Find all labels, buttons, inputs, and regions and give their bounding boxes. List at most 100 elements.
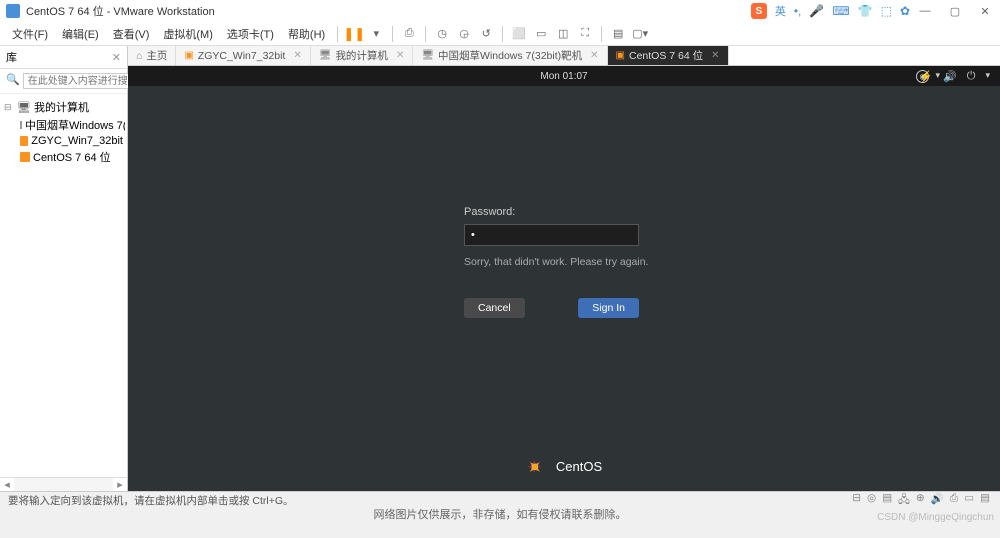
- scroll-track[interactable]: [14, 478, 113, 491]
- network-icon[interactable]: ⚡: [919, 70, 933, 83]
- thumbnail-icon[interactable]: ▢▾: [630, 24, 650, 44]
- guest-display[interactable]: Mon 01:07 ◉ ▾ ⚡ 🔊 ⏻ ▾ Password: Sorry, t…: [128, 66, 1000, 491]
- scroll-left-icon[interactable]: ◂: [0, 478, 14, 491]
- fullscreen-icon[interactable]: ⛶: [575, 24, 595, 44]
- centos-logo: CentOS: [526, 455, 602, 477]
- login-panel: Password: Sorry, that didn't work. Pleas…: [464, 206, 664, 318]
- tab-close-icon[interactable]: ✕: [293, 50, 301, 61]
- title-bar: CentOS 7 64 位 - VMware Workstation S 英 •…: [0, 0, 1000, 22]
- ime-toolbox-icon[interactable]: ⬚: [881, 4, 892, 18]
- usb-icon[interactable]: ⊕: [916, 492, 925, 510]
- menu-vm[interactable]: 虚拟机(M): [157, 24, 219, 44]
- tab-label: 我的计算机: [335, 48, 388, 63]
- login-error: Sorry, that didn't work. Please try agai…: [464, 256, 664, 268]
- tab-mycomputer[interactable]: 🖥我的计算机 ✕: [311, 46, 414, 65]
- tree-root-label: 我的计算机: [34, 99, 89, 115]
- separator: [392, 26, 393, 42]
- separator: [502, 26, 503, 42]
- separator: [601, 26, 602, 42]
- close-button[interactable]: ✕: [970, 0, 1000, 22]
- ime-punct-icon[interactable]: •,: [794, 4, 802, 18]
- tree-item[interactable]: ZGYC_Win7_32bit: [2, 134, 125, 148]
- csdn-watermark: CSDN @MinggeQingchun: [877, 512, 994, 523]
- password-label: Password:: [464, 206, 664, 218]
- sidebar-close-icon[interactable]: ✕: [112, 51, 121, 64]
- menu-bar: 文件(F) 编辑(E) 查看(V) 虚拟机(M) 选项卡(T) 帮助(H) ❚❚…: [0, 22, 1000, 46]
- search-icon: 🔍: [6, 73, 20, 89]
- power-icon[interactable]: ⏻: [967, 70, 976, 83]
- fit-guest-icon[interactable]: ⬜: [509, 24, 529, 44]
- ime-toolbar[interactable]: S 英 •, 🎤 ⌨ 👕 ⬚ ✿: [751, 3, 910, 19]
- network-adapter-icon[interactable]: 🖧: [898, 492, 910, 510]
- menu-file[interactable]: 文件(F): [6, 24, 54, 44]
- snapshot-manager-icon[interactable]: ◶: [454, 24, 474, 44]
- menu-help[interactable]: 帮助(H): [282, 24, 331, 44]
- clock[interactable]: Mon 01:07: [540, 71, 587, 82]
- volume-icon[interactable]: 🔊: [943, 70, 957, 83]
- monitor-icon: 🖥: [319, 50, 332, 61]
- tab-vm[interactable]: 🖥中国烟草Windows 7(32bit)靶机✕: [413, 46, 607, 65]
- ime-mic-icon[interactable]: 🎤: [809, 4, 824, 18]
- ime-lang[interactable]: 英: [775, 3, 786, 19]
- centos-mark-icon: [526, 455, 548, 477]
- minimize-button[interactable]: —: [910, 0, 940, 22]
- send-ctrl-alt-del-icon[interactable]: ⎙: [399, 24, 419, 44]
- snapshot-icon[interactable]: ◷: [432, 24, 452, 44]
- status-bar: 要将输入定向到该虚拟机，请在虚拟机内部单击或按 Ctrl+G。 网络图片仅供展示…: [0, 491, 1000, 509]
- centos-brand-text: CentOS: [556, 459, 602, 474]
- maximize-button[interactable]: ▢: [940, 0, 970, 22]
- tree-root[interactable]: ⊟ 🖥 我的计算机: [2, 98, 125, 116]
- library-tree: ⊟ 🖥 我的计算机 中国烟草Windows 7(32 ZGYC_Win7_32b…: [0, 94, 127, 170]
- tree-item[interactable]: 中国烟草Windows 7(32: [2, 116, 125, 134]
- ime-keyboard-icon[interactable]: ⌨: [832, 4, 849, 18]
- tab-vm-active[interactable]: ▣CentOS 7 64 位✕: [608, 46, 729, 65]
- vm-on-icon: [20, 136, 28, 146]
- monitor-icon: 🖥: [421, 50, 434, 61]
- password-input[interactable]: [464, 224, 639, 246]
- tab-home[interactable]: ⌂主页: [128, 46, 176, 65]
- printer-icon[interactable]: ⎙: [950, 492, 958, 510]
- collapse-icon[interactable]: ⊟: [4, 102, 14, 113]
- message-icon[interactable]: ▤: [980, 492, 990, 510]
- tab-close-icon[interactable]: ✕: [711, 50, 719, 61]
- tab-close-icon[interactable]: ✕: [396, 50, 404, 61]
- ime-skin-icon[interactable]: 👕: [858, 4, 873, 18]
- watermark-text: 网络图片仅供展示，非存储，如有侵权请联系删除。: [374, 506, 627, 522]
- sound-icon[interactable]: 🔊: [931, 492, 944, 510]
- computer-icon: 🖥: [17, 101, 31, 114]
- vm-icon: ▣: [616, 50, 625, 61]
- vm-on-icon: [20, 152, 30, 162]
- tab-vm[interactable]: ▣ZGYC_Win7_32bit✕: [176, 46, 310, 65]
- tab-label: ZGYC_Win7_32bit: [198, 50, 286, 62]
- dropdown-icon[interactable]: ▾: [366, 24, 386, 44]
- tree-item[interactable]: CentOS 7 64 位: [2, 148, 125, 166]
- cd-icon[interactable]: ◎: [867, 492, 876, 510]
- app-icon: [6, 4, 20, 18]
- gnome-topbar: Mon 01:07 ◉ ▾ ⚡ 🔊 ⏻ ▾: [128, 66, 1000, 86]
- menu-tabs[interactable]: 选项卡(T): [221, 24, 280, 44]
- signin-button[interactable]: Sign In: [578, 298, 639, 318]
- pause-icon[interactable]: ❚❚: [344, 24, 364, 44]
- revert-icon[interactable]: ↺: [476, 24, 496, 44]
- ime-settings-icon[interactable]: ✿: [900, 4, 910, 18]
- ime-sogou-icon[interactable]: S: [751, 3, 767, 19]
- vm-off-icon: [20, 121, 22, 129]
- display-icon[interactable]: ▭: [964, 492, 974, 510]
- library-icon[interactable]: ▤: [608, 24, 628, 44]
- tree-item-label: 中国烟草Windows 7(32: [25, 117, 125, 133]
- menu-edit[interactable]: 编辑(E): [56, 24, 105, 44]
- cancel-button[interactable]: Cancel: [464, 298, 525, 318]
- menu-view[interactable]: 查看(V): [107, 24, 156, 44]
- tab-close-icon[interactable]: ✕: [590, 50, 598, 61]
- disk-icon[interactable]: ⊟: [852, 492, 861, 510]
- system-dropdown-icon[interactable]: ▾: [985, 70, 990, 83]
- sidebar-scrollbar[interactable]: ◂ ▸: [0, 477, 127, 491]
- tree-item-label: ZGYC_Win7_32bit: [31, 135, 123, 147]
- library-sidebar: 库 ✕ 🔍 ▼ ⊟ 🖥 我的计算机 中国烟草Windows 7(32 ZGYC_…: [0, 46, 128, 491]
- unity-icon[interactable]: ◫: [553, 24, 573, 44]
- scroll-right-icon[interactable]: ▸: [113, 478, 127, 491]
- floppy-icon[interactable]: ▤: [882, 492, 892, 510]
- fit-window-icon[interactable]: ▭: [531, 24, 551, 44]
- vm-tabs: ⌂主页 ▣ZGYC_Win7_32bit✕ 🖥我的计算机✕ 🖥中国烟草Windo…: [128, 46, 1000, 66]
- status-hint: 要将输入定向到该虚拟机，请在虚拟机内部单击或按 Ctrl+G。: [8, 493, 294, 508]
